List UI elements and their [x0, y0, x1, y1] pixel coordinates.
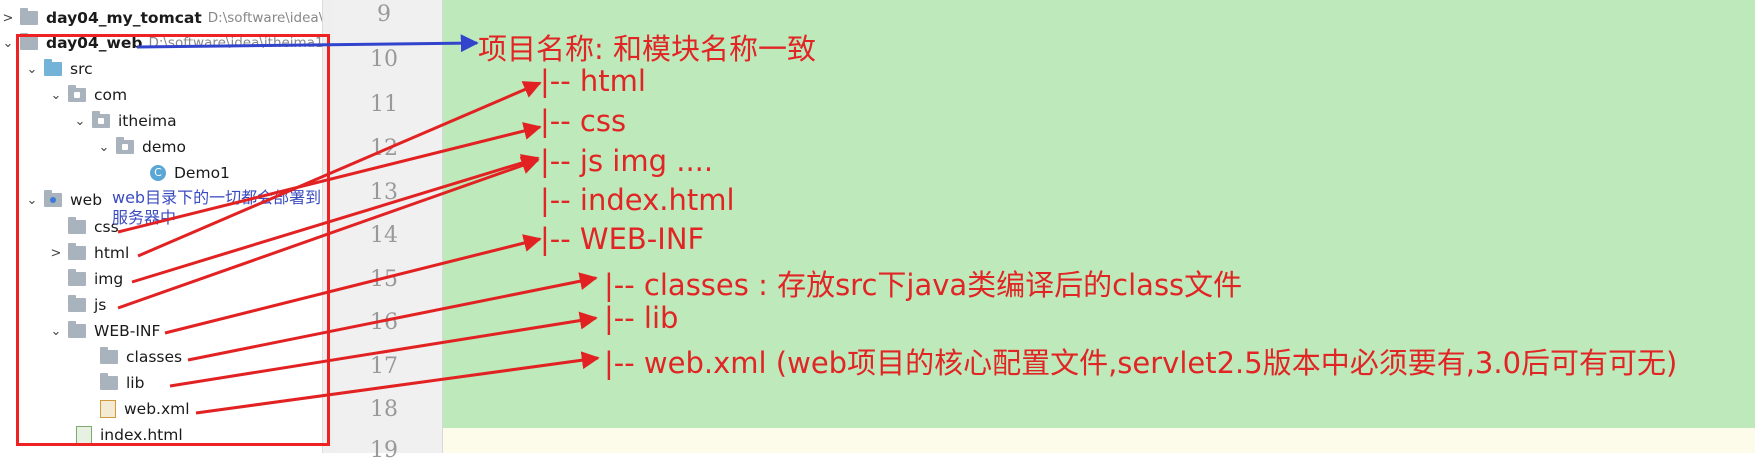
- arrow-project-name: [136, 34, 479, 53]
- arrow-web-xml: [195, 351, 600, 415]
- arrow-overlay: [117, 34, 600, 415]
- arrow-web-inf: [164, 234, 542, 335]
- arrow-classes: [187, 272, 598, 362]
- arrow-js: [117, 156, 540, 310]
- arrow-css: [117, 122, 542, 234]
